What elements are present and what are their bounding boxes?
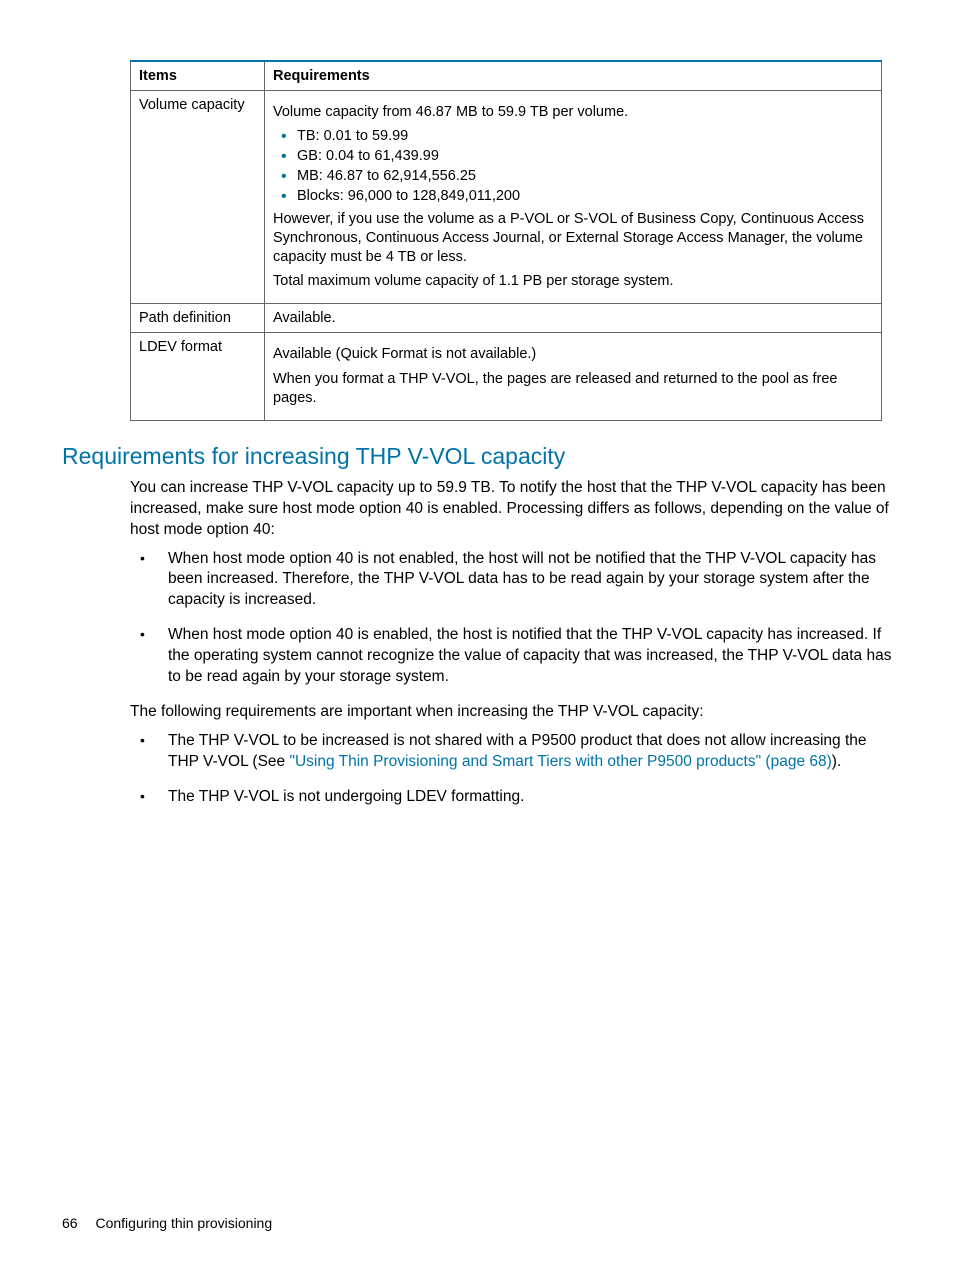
list-item: The THP V-VOL to be increased is not sha…: [130, 731, 892, 773]
list-item: When host mode option 40 is enabled, the…: [130, 625, 892, 688]
cell-bullet-list: TB: 0.01 to 59.99 GB: 0.04 to 61,439.99 …: [273, 128, 873, 204]
cell-item: Path definition: [131, 304, 265, 333]
page-number: 66: [62, 1215, 78, 1231]
list-item: The THP V-VOL is not undergoing LDEV for…: [130, 787, 892, 808]
cell-requirements: Available (Quick Format is not available…: [265, 333, 882, 421]
list-item: Blocks: 96,000 to 128,849,011,200: [277, 188, 873, 204]
table-row: Path definition Available.: [131, 304, 882, 333]
bullet-list: The THP V-VOL to be increased is not sha…: [130, 731, 892, 808]
cell-text: Volume capacity from 46.87 MB to 59.9 TB…: [273, 103, 873, 122]
list-item: TB: 0.01 to 59.99: [277, 128, 873, 144]
cell-requirements: Volume capacity from 46.87 MB to 59.9 TB…: [265, 91, 882, 304]
cell-item: Volume capacity: [131, 91, 265, 304]
cell-item: LDEV format: [131, 333, 265, 421]
table-row: Volume capacity Volume capacity from 46.…: [131, 91, 882, 304]
section-heading: Requirements for increasing THP V-VOL ca…: [62, 443, 892, 470]
cell-text: Total maximum volume capacity of 1.1 PB …: [273, 272, 873, 291]
list-item: GB: 0.04 to 61,439.99: [277, 148, 873, 164]
bullet-list: When host mode option 40 is not enabled,…: [130, 549, 892, 689]
table-row: LDEV format Available (Quick Format is n…: [131, 333, 882, 421]
cell-text: Available (Quick Format is not available…: [273, 345, 873, 364]
paragraph: You can increase THP V-VOL capacity up t…: [130, 478, 892, 541]
cell-text: However, if you use the volume as a P-VO…: [273, 210, 873, 267]
list-item-text: ).: [832, 753, 841, 770]
list-item: When host mode option 40 is not enabled,…: [130, 549, 892, 612]
col-header-requirements: Requirements: [265, 61, 882, 91]
cross-reference-link[interactable]: "Using Thin Provisioning and Smart Tiers…: [289, 753, 831, 770]
footer-title: Configuring thin provisioning: [95, 1215, 272, 1231]
cell-text: When you format a THP V-VOL, the pages a…: [273, 370, 873, 408]
paragraph: The following requirements are important…: [130, 702, 892, 723]
page-footer: 66 Configuring thin provisioning: [62, 1215, 272, 1231]
cell-requirements: Available.: [265, 304, 882, 333]
requirements-table: Items Requirements Volume capacity Volum…: [130, 60, 882, 421]
col-header-items: Items: [131, 61, 265, 91]
list-item: MB: 46.87 to 62,914,556.25: [277, 168, 873, 184]
